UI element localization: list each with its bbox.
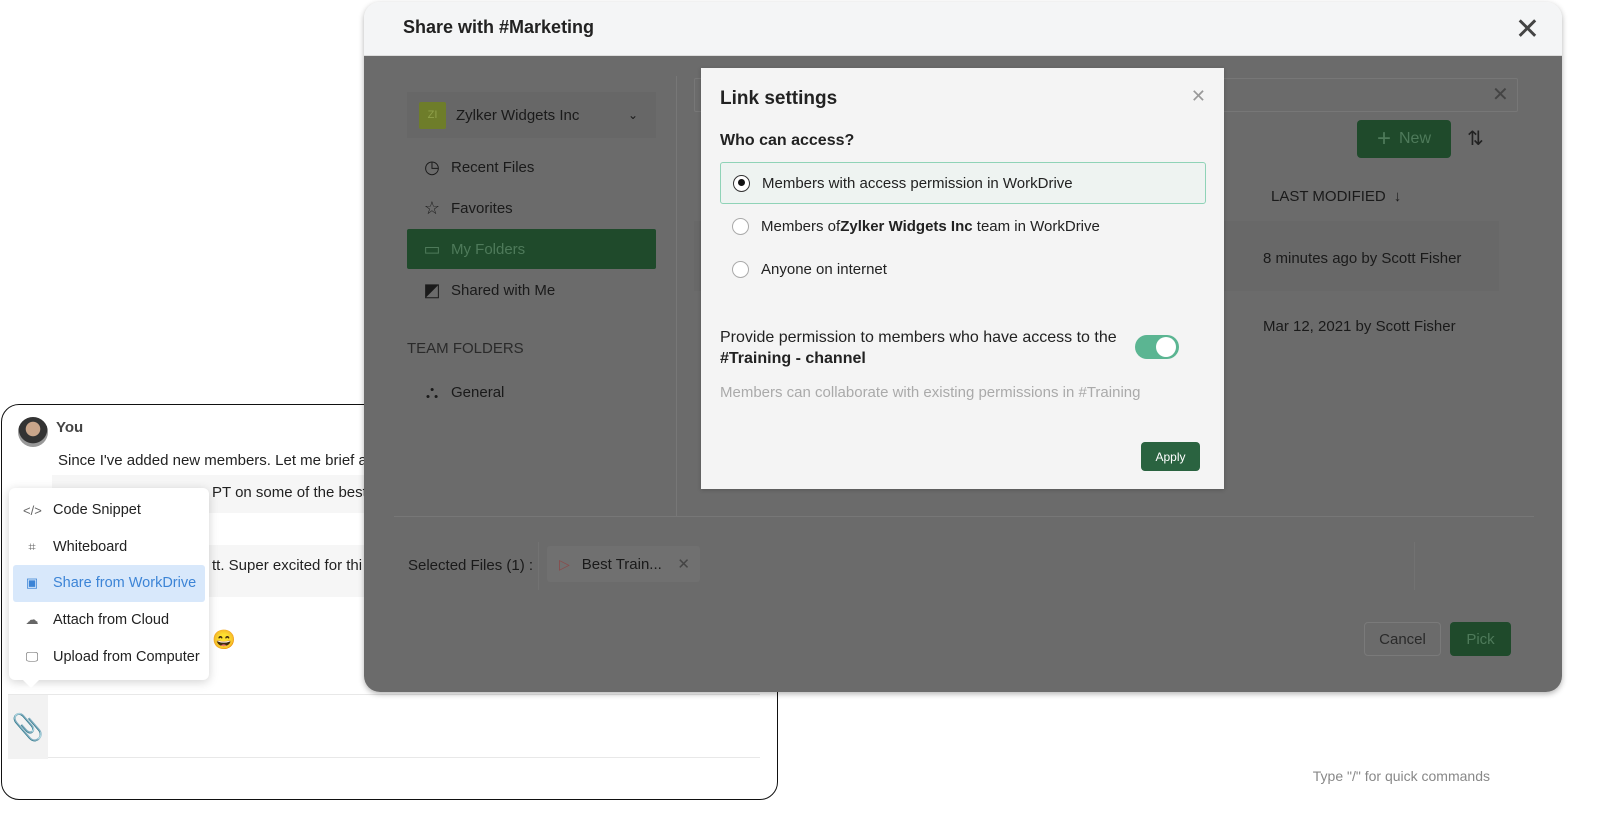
message-line: PT on some of the best t bbox=[212, 484, 376, 501]
cloud-upload-icon: ☁ bbox=[25, 612, 39, 628]
pick-button[interactable]: Pick bbox=[1450, 622, 1511, 656]
selected-file-chip: ▷ Best Train... ✕ bbox=[547, 546, 700, 582]
clock-icon: ◷ bbox=[424, 156, 440, 177]
permission-toggle[interactable] bbox=[1135, 335, 1179, 359]
permission-text: Provide permission to members who have a… bbox=[720, 329, 1117, 346]
sort-icon[interactable]: ⇅ bbox=[1467, 126, 1484, 151]
avatar bbox=[18, 417, 48, 447]
menu-item-attach-from-cloud[interactable]: ☁ Attach from Cloud bbox=[13, 602, 205, 639]
chevron-down-icon: ⌄ bbox=[627, 108, 638, 122]
selected-files-label: Selected Files (1) : bbox=[408, 557, 534, 574]
option-team-members[interactable]: Members of Zylker Widgets Inc team in Wo… bbox=[720, 205, 1206, 247]
computer-icon: 🖵 bbox=[25, 648, 39, 664]
radio-button[interactable] bbox=[732, 260, 749, 278]
permission-channel: #Training - channel bbox=[720, 350, 866, 367]
file-modified: Mar 12, 2021 by Scott Fisher bbox=[1263, 318, 1456, 335]
menu-item-share-from-workdrive[interactable]: ▣ Share from WorkDrive bbox=[13, 565, 205, 602]
code-icon: </> bbox=[23, 502, 42, 518]
team-folder-icon: ⛬ bbox=[425, 381, 439, 402]
whiteboard-icon: ⌗ bbox=[28, 538, 36, 554]
plus-icon: + bbox=[1376, 125, 1391, 152]
emoji-reaction: 😄 bbox=[212, 630, 236, 651]
column-header-last-modified[interactable]: LAST MODIFIED ↓ bbox=[1271, 188, 1401, 205]
menu-item-whiteboard[interactable]: ⌗ Whiteboard bbox=[13, 529, 205, 566]
menu-item-code-snippet[interactable]: </> Code Snippet bbox=[13, 492, 205, 529]
access-question: Who can access? bbox=[720, 132, 855, 149]
option-workdrive-members[interactable]: Members with access permission in WorkDr… bbox=[720, 162, 1206, 204]
menu-item-upload-from-computer[interactable]: 🖵 Upload from Computer bbox=[13, 638, 205, 675]
attach-menu: </> Code Snippet ⌗ Whiteboard ▣ Share from … bbox=[9, 488, 209, 688]
option-anyone-on-internet[interactable]: Anyone on internet bbox=[720, 248, 1206, 290]
team-name: Zylker Widgets Inc bbox=[456, 106, 580, 124]
folder-icon: ▭ bbox=[423, 238, 441, 259]
new-button[interactable]: + New bbox=[1357, 120, 1451, 158]
clear-search-icon[interactable]: ✕ bbox=[1492, 82, 1509, 107]
star-icon: ☆ bbox=[423, 197, 441, 218]
message-line: tt. Super excited for thi bbox=[212, 557, 363, 574]
nav-my-folders[interactable]: ▭ My Folders bbox=[407, 229, 656, 269]
dialog-title: Link settings bbox=[720, 88, 838, 109]
message-input[interactable]: 📎 bbox=[8, 694, 760, 759]
workdrive-icon: ▣ bbox=[25, 575, 39, 591]
modal-title: Share with #Marketing bbox=[403, 17, 595, 37]
paperclip-icon: 📎 bbox=[11, 711, 45, 742]
cancel-button[interactable]: Cancel bbox=[1364, 622, 1441, 656]
helper-text: Members can collaborate with existing pe… bbox=[720, 384, 1141, 401]
apply-button[interactable]: Apply bbox=[1141, 442, 1200, 471]
compose-hint: Type "/" for quick commands bbox=[1312, 768, 1490, 784]
nav-shared-with-me[interactable]: ◩ Shared with Me bbox=[407, 270, 656, 310]
team-folders-heading: TEAM FOLDERS bbox=[407, 340, 524, 357]
file-modified: 8 minutes ago by Scott Fisher bbox=[1263, 250, 1462, 267]
shared-folder-icon: ◩ bbox=[423, 279, 441, 300]
arrow-down-icon: ↓ bbox=[1393, 188, 1402, 205]
team-logo: ZI bbox=[419, 101, 446, 129]
close-icon[interactable]: ✕ bbox=[1191, 86, 1206, 107]
nav-team-folder-general[interactable]: ⛬ General bbox=[407, 372, 656, 412]
nav-recent-files[interactable]: ◷ Recent Files bbox=[407, 147, 656, 187]
sender-name: You bbox=[56, 419, 84, 436]
radio-button[interactable] bbox=[732, 217, 749, 235]
close-icon[interactable]: ✕ bbox=[1515, 12, 1540, 47]
nav-favorites[interactable]: ☆ Favorites bbox=[407, 188, 656, 228]
link-settings-dialog: Link settings ✕ Who can access? Members … bbox=[701, 68, 1224, 489]
video-file-icon: ▷ bbox=[559, 555, 570, 572]
remove-file-icon[interactable]: ✕ bbox=[677, 555, 690, 573]
team-switcher[interactable]: ZI Zylker Widgets Inc ⌄ bbox=[407, 92, 656, 138]
attach-button[interactable]: 📎 bbox=[8, 695, 48, 759]
message-line: Since I've added new members. Let me bri… bbox=[58, 452, 376, 469]
radio-button[interactable] bbox=[733, 174, 750, 192]
